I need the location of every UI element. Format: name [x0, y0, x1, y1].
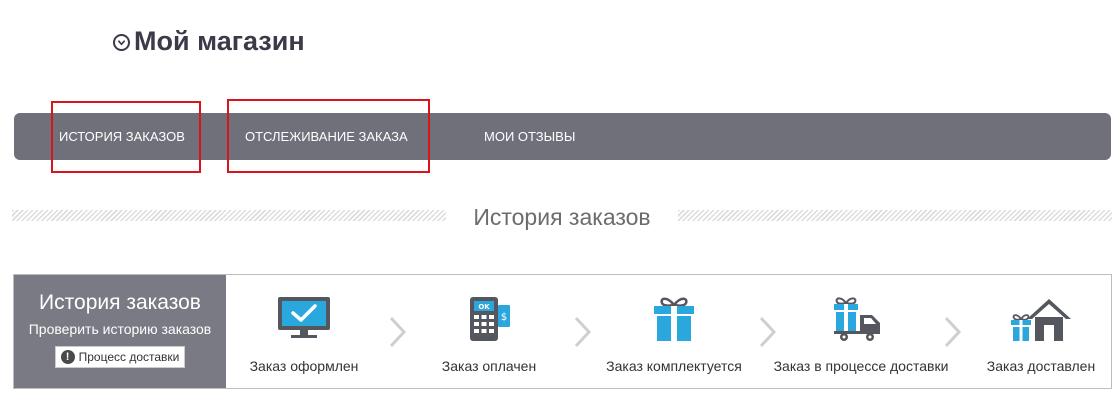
delivery-process-label: Процесс доставки [78, 350, 180, 364]
chevron-down-icon[interactable] [113, 34, 130, 51]
status-step-shipping: Заказ в процессе доставки [766, 275, 956, 388]
page-title-text: Мой магазин [134, 26, 305, 56]
status-side-subtitle: Проверить историю заказов [28, 321, 212, 337]
status-step-label: Заказ доставлен [986, 358, 1096, 374]
chevron-right-icon [389, 316, 407, 348]
monitor-check-icon [276, 295, 332, 346]
status-step-label: Заказ оплачен [441, 358, 537, 374]
house-gift-icon [1009, 295, 1073, 348]
chevron-right-icon [944, 316, 962, 348]
status-step-placed: Заказ оформлен [226, 275, 382, 388]
nav-item-my-reviews[interactable]: Мои отзывы [484, 113, 575, 160]
status-side-panel: История заказов Проверить историю заказо… [14, 275, 226, 388]
order-status-panel: История заказов Проверить историю заказо… [13, 274, 1112, 389]
section-title: История заказов [473, 204, 651, 230]
status-step-label: Заказ оформлен [249, 358, 359, 374]
delivery-process-button[interactable]: ! Процесс доставки [54, 346, 186, 368]
gift-box-icon [650, 295, 698, 348]
status-step-delivered: Заказ доставлен [970, 275, 1112, 388]
status-step-packing: Заказ комплектуется [598, 275, 750, 388]
status-side-title: История заказов [39, 291, 201, 314]
account-nav: История заказов Отслеживание заказа Мои … [14, 113, 1111, 160]
page-title: Мой магазин [113, 26, 305, 57]
status-step-label: Заказ комплектуется [606, 358, 742, 374]
chevron-right-icon [574, 316, 592, 348]
status-step-paid: OK $ Заказ оплачен [414, 275, 564, 388]
svg-text:$: $ [501, 312, 507, 323]
heading-divider-left [12, 210, 446, 221]
section-heading: История заказов [12, 204, 1112, 230]
svg-text:OK: OK [478, 303, 490, 311]
status-step-label: Заказ в процессе доставки [773, 358, 949, 374]
nav-item-order-history[interactable]: История заказов [59, 113, 185, 160]
nav-item-order-tracking[interactable]: Отслеживание заказа [245, 113, 408, 160]
exclamation-icon: ! [60, 350, 75, 364]
payment-terminal-icon: OK $ [462, 295, 516, 348]
delivery-truck-icon [832, 295, 890, 350]
heading-divider-right [678, 210, 1112, 221]
